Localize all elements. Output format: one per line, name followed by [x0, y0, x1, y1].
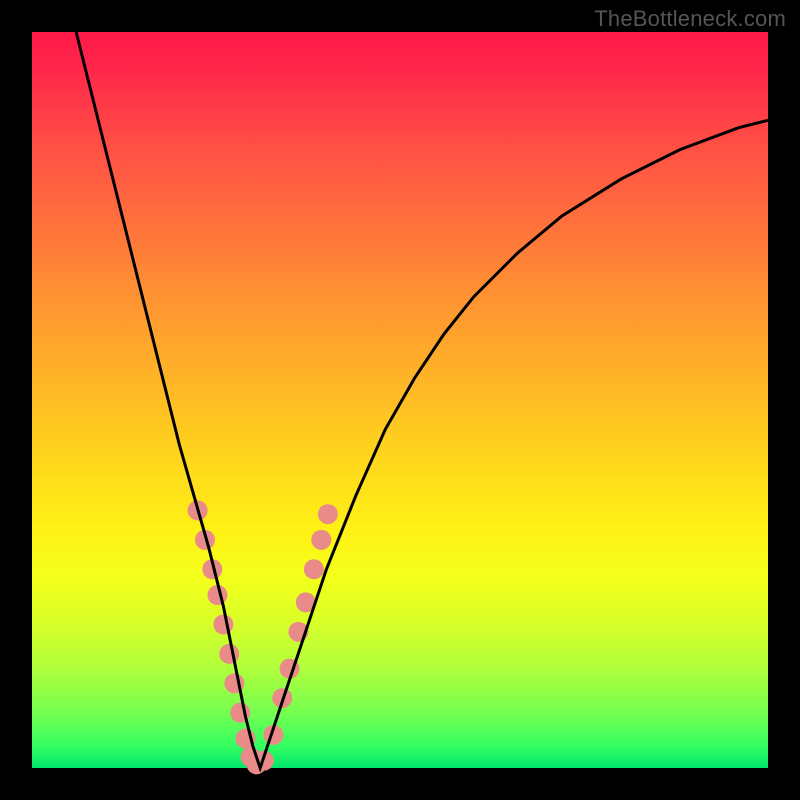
- marker-dot: [304, 559, 324, 579]
- marker-dot: [219, 644, 239, 664]
- bottleneck-curve-path: [76, 32, 768, 768]
- plot-area: [32, 32, 768, 768]
- marker-dot: [311, 530, 331, 550]
- marker-dot: [318, 504, 338, 524]
- markers-group: [188, 500, 338, 774]
- marker-dot: [213, 614, 233, 634]
- watermark-text: TheBottleneck.com: [594, 6, 786, 32]
- chart-svg: [32, 32, 768, 768]
- chart-frame: TheBottleneck.com: [0, 0, 800, 800]
